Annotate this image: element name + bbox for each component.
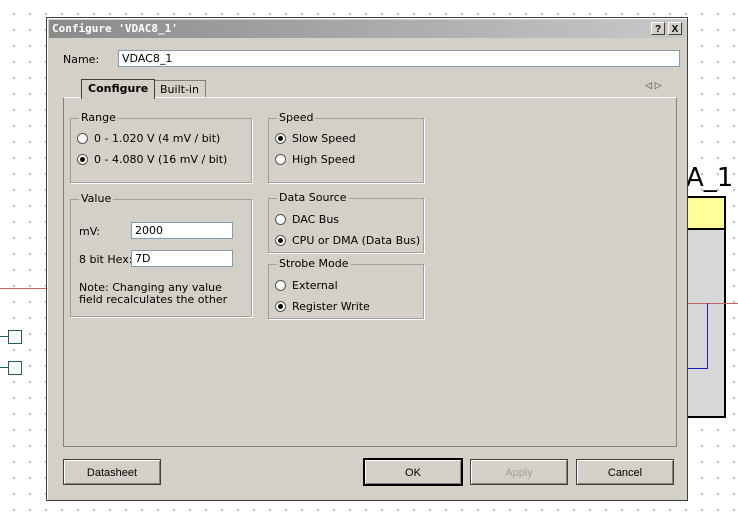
radio-icon [275, 153, 286, 165]
name-label: Name: [63, 53, 100, 66]
speed-option-slow[interactable]: Slow Speed [275, 131, 356, 145]
radio-selected-icon [275, 132, 286, 144]
mv-input[interactable]: 2000 [131, 222, 233, 239]
schematic-pin-line [0, 336, 8, 337]
strobe-option-external[interactable]: External [275, 278, 338, 292]
radio-label: CPU or DMA (Data Bus) [292, 233, 421, 247]
configure-tab-panel: Range 0 - 1.020 V (4 mV / bit) 0 - 4.080… [63, 97, 677, 447]
radio-selected-icon [77, 153, 88, 165]
radio-label: Register Write [292, 299, 370, 313]
schematic-component[interactable] [686, 196, 726, 418]
schematic-wire [707, 303, 708, 369]
radio-icon [275, 279, 286, 291]
dialog-title: Configure 'VDAC8_1' [52, 22, 178, 35]
hex-input[interactable]: 7D [131, 250, 233, 267]
range-option-1v[interactable]: 0 - 1.020 V (4 mV / bit) [77, 131, 220, 145]
radio-label: External [292, 278, 338, 292]
strobe-mode-legend: Strobe Mode [277, 257, 351, 270]
radio-label: DAC Bus [292, 212, 340, 226]
value-legend: Value [79, 192, 114, 205]
schematic-pin[interactable] [8, 361, 22, 375]
schematic-component-label: A_1 [686, 163, 734, 193]
radio-icon [275, 213, 286, 225]
range-group: Range 0 - 1.020 V (4 mV / bit) 0 - 4.080… [70, 111, 252, 183]
radio-label: 0 - 1.020 V (4 mV / bit) [94, 131, 221, 145]
ok-button[interactable]: OK [364, 459, 462, 485]
help-button[interactable]: ? [651, 22, 665, 35]
data-source-group: Data Source DAC Bus CPU or DMA (Data Bus… [268, 191, 424, 253]
dialog-titlebar[interactable]: Configure 'VDAC8_1' ? X [49, 20, 685, 38]
speed-legend: Speed [277, 111, 316, 124]
data-source-option-dac-bus[interactable]: DAC Bus [275, 212, 339, 226]
data-source-legend: Data Source [277, 191, 349, 204]
apply-button[interactable]: Apply [470, 459, 568, 485]
speed-option-high[interactable]: High Speed [275, 152, 355, 166]
radio-label: High Speed [292, 152, 356, 166]
value-note: Note: Changing any value field recalcula… [79, 281, 228, 306]
datasheet-button[interactable]: Datasheet [63, 459, 161, 485]
schematic-wire [686, 303, 738, 304]
strobe-option-register-write[interactable]: Register Write [275, 299, 370, 313]
tab-configure[interactable]: Configure [81, 79, 156, 99]
configure-dialog: Configure 'VDAC8_1' ? X Name: VDAC8_1 Co… [46, 17, 688, 501]
schematic-wire [688, 368, 708, 369]
radio-selected-icon [275, 234, 286, 246]
tab-built-in[interactable]: Built-in [153, 80, 206, 98]
schematic-pin-line [0, 367, 8, 368]
value-group: Value mV: 2000 8 bit Hex: 7D Note: Chang… [70, 192, 252, 317]
schematic-pin[interactable] [8, 330, 22, 344]
close-button[interactable]: X [668, 22, 682, 35]
data-source-option-cpu-dma[interactable]: CPU or DMA (Data Bus) [275, 233, 420, 247]
name-input[interactable]: VDAC8_1 [118, 50, 680, 67]
radio-label: 0 - 4.080 V (16 mV / bit) [94, 152, 228, 166]
strobe-mode-group: Strobe Mode External Register Write [268, 257, 424, 319]
schematic-component-header [688, 198, 724, 230]
tab-scroll-arrows-icon[interactable]: ◁ ▷ [645, 81, 662, 91]
range-legend: Range [79, 111, 118, 124]
radio-label: Slow Speed [292, 131, 356, 145]
speed-group: Speed Slow Speed High Speed [268, 111, 424, 183]
hex-label: 8 bit Hex: [79, 253, 133, 266]
radio-selected-icon [275, 300, 286, 312]
schematic-wire [0, 288, 46, 289]
cancel-button[interactable]: Cancel [576, 459, 674, 485]
mv-label: mV: [79, 225, 101, 238]
range-option-4v[interactable]: 0 - 4.080 V (16 mV / bit) [77, 152, 227, 166]
radio-icon [77, 132, 88, 144]
